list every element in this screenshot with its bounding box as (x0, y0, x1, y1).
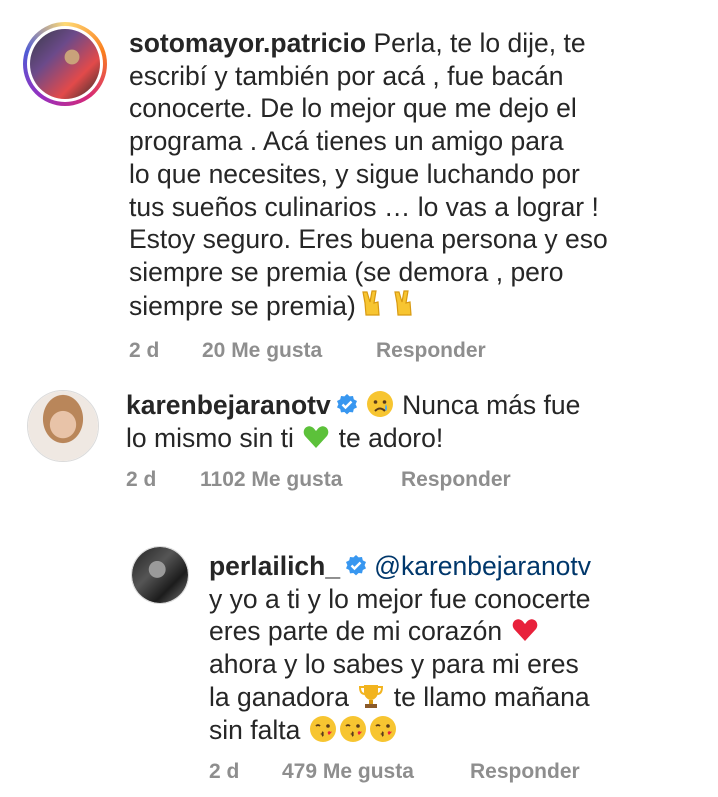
comment-line: Nunca más fue (402, 390, 581, 420)
username[interactable]: karenbejaranotv (126, 390, 331, 420)
comment-line: eres parte de mi corazón (209, 616, 503, 647)
comment-meta: 2 d 20 Me gusta Responder (129, 339, 486, 363)
avatar[interactable] (27, 390, 99, 462)
comment-line: te llamo mañana (393, 681, 590, 712)
timestamp: 2 d (209, 760, 240, 783)
victory-hand-icon (362, 290, 380, 316)
username[interactable]: perlailich_ (209, 551, 340, 581)
timestamp: 2 d (129, 339, 160, 362)
trophy-icon (359, 684, 384, 708)
comment-line: lo mismo sin ti (126, 422, 294, 453)
comment-line: y yo a ti y lo mejor fue conocerte (209, 583, 591, 614)
reply-button[interactable]: Responder (376, 339, 486, 363)
comment-meta: 2 d 1102 Me gusta Responder (126, 468, 511, 492)
reply-button[interactable]: Responder (470, 760, 580, 784)
comment-line: ahora y lo sabes y para mi eres (209, 649, 579, 680)
avatar[interactable] (131, 546, 189, 604)
reply-button[interactable]: Responder (401, 468, 511, 492)
likes-count[interactable]: 20 Me gusta (202, 339, 376, 363)
comment-line: siempre se premia) (129, 290, 356, 321)
kissing-face-icon (339, 715, 366, 742)
comment-line: Estoy seguro. Eres buena persona y eso (129, 224, 608, 255)
comment-line: te adoro! (338, 422, 444, 453)
kissing-face-icon (309, 715, 336, 742)
comment-text: perlailich_ @karenbejaranotv y yo a ti y … (209, 550, 699, 746)
kissing-face-icon (369, 715, 396, 742)
comment-line: la ganadora (209, 681, 349, 712)
comment-line: lo que necesites, y sigue luchando por (129, 158, 580, 189)
verified-badge-icon (346, 555, 367, 576)
comment-line: sin falta (209, 714, 301, 745)
avatar[interactable] (23, 22, 107, 106)
comment-line: Perla, te lo dije, te (373, 28, 586, 58)
timestamp: 2 d (126, 468, 157, 491)
comment-line: programa . Acá tienes un amigo para (129, 126, 564, 157)
comment-text: karenbejaranotv Nunca más fue lo mismo s… (126, 389, 696, 454)
comment-line: conocerte. De lo mejor que me dejo el (129, 93, 577, 124)
likes-count[interactable]: 479 Me gusta (282, 760, 470, 784)
red-heart-icon (512, 619, 537, 642)
comment-line: escribí y también por acá , fue bacán (129, 60, 564, 91)
username[interactable]: sotomayor.patricio (129, 28, 366, 58)
mention-link[interactable]: @karenbejaranotv (374, 551, 591, 581)
crying-face-icon (366, 391, 393, 417)
verified-badge-icon (336, 394, 357, 415)
green-heart-icon (303, 425, 329, 448)
comment-line: siempre se premia (se demora , pero (129, 256, 564, 287)
comment-text: sotomayor.patricio Perla, te lo dije, te… (129, 27, 699, 322)
likes-count[interactable]: 1102 Me gusta (200, 468, 401, 492)
comment-meta: 2 d 479 Me gusta Responder (209, 760, 580, 784)
victory-hand-icon (394, 290, 412, 316)
comment-line: tus sueños culinarios … lo vas a lograr … (129, 191, 599, 222)
